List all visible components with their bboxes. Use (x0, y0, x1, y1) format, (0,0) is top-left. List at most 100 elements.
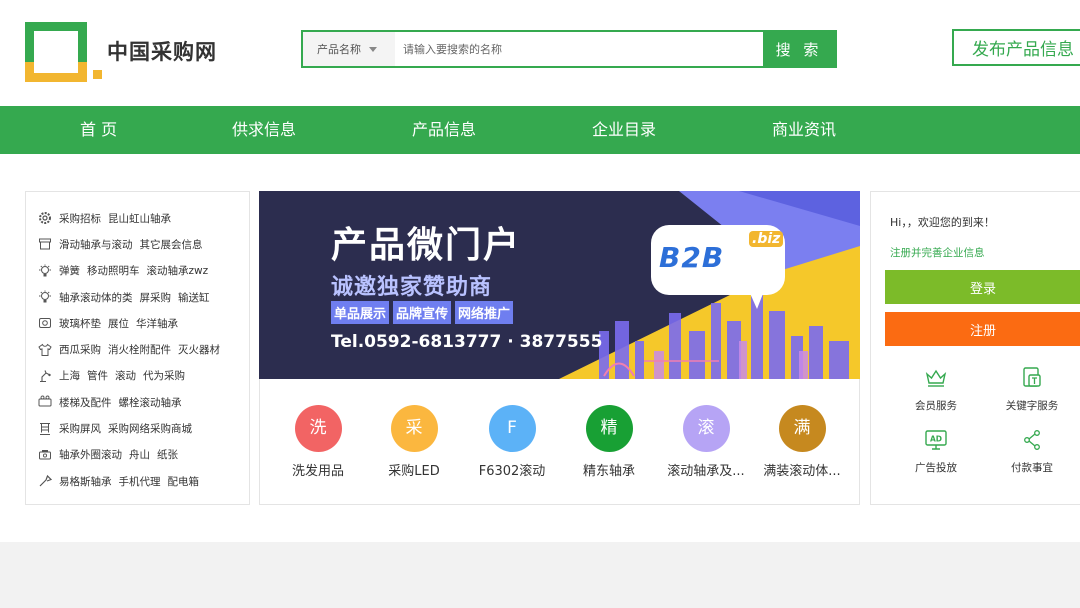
product-label: 洗发用品 (291, 464, 344, 479)
box-icon (37, 237, 52, 251)
banner-tag: 品牌宣传 (393, 301, 452, 324)
nav-item-home[interactable]: 首 页 (80, 106, 117, 154)
product-label: 满装滚动体... (763, 464, 841, 479)
category-link[interactable]: 配电箱 (168, 474, 200, 489)
logo-dot (93, 70, 102, 79)
category-link[interactable]: 华洋轴承 (136, 316, 178, 331)
robot-arm-icon (37, 369, 52, 383)
nav-item-directory[interactable]: 企业目录 (592, 106, 656, 154)
product-circle: 采 (390, 405, 438, 452)
shirt-icon (37, 343, 52, 357)
camera-icon (37, 316, 52, 330)
category-link[interactable]: 移动照明车 (87, 263, 140, 278)
keyword-icon (1020, 366, 1044, 390)
category-link[interactable]: 西瓜采购 (59, 342, 101, 357)
service-ad[interactable]: AD 广告投放 (891, 428, 981, 475)
footer-band (0, 542, 1080, 608)
service-label: 广告投放 (915, 462, 957, 474)
category-link[interactable]: 展位 (108, 316, 129, 331)
service-member[interactable]: 会员服务 (891, 366, 981, 413)
category-link[interactable]: 采购屏风 (59, 421, 101, 436)
category-link[interactable]: 螺栓滚动轴承 (119, 395, 182, 410)
tool-icon (37, 474, 52, 488)
category-link[interactable]: 上海 (59, 368, 80, 383)
category-link[interactable]: 轴承滚动体的类 (59, 290, 133, 305)
cart-icon (37, 448, 52, 462)
category-row: 采购招标 昆山虹山轴承 (26, 205, 249, 231)
service-label: 关键字服务 (1005, 400, 1059, 412)
banner-subtitle: 诚邀独家赞助商 (331, 275, 493, 300)
category-link[interactable]: 采购网络采购商城 (108, 421, 192, 436)
category-link[interactable]: 消火栓附配件 (108, 342, 171, 357)
category-link[interactable]: 纸张 (157, 447, 178, 462)
b2b-badge: B2B .biz (651, 225, 785, 295)
category-link[interactable]: 易格斯轴承 (59, 474, 112, 489)
banner-tag: 单品展示 (331, 301, 390, 324)
category-link[interactable]: 滚动轴承zwz (147, 263, 209, 278)
register-button[interactable]: 注册 (885, 312, 1080, 346)
category-row: 轴承外圈滚动 舟山 纸张 (26, 442, 249, 468)
product-item[interactable]: 洗 洗发用品 (270, 405, 366, 479)
biz-text: .biz (749, 231, 784, 247)
register-info-link[interactable]: 注册并完善企业信息 (890, 245, 985, 260)
product-label: 滚动轴承及... (667, 464, 745, 479)
category-link[interactable]: 输送缸 (178, 290, 210, 305)
nav-item-products[interactable]: 产品信息 (412, 106, 476, 154)
service-keyword[interactable]: 关键字服务 (987, 366, 1077, 413)
category-link[interactable]: 采购招标 (59, 211, 101, 226)
logo-text: 中国采购网 (107, 40, 217, 64)
category-row: 西瓜采购 消火栓附配件 灭火器材 (26, 336, 249, 362)
banner-tag: 网络推广 (455, 301, 514, 324)
category-link[interactable]: 手机代理 (119, 474, 161, 489)
caret-down-icon (369, 46, 377, 52)
service-label: 会员服务 (915, 400, 957, 412)
category-link[interactable]: 滚动 (115, 368, 136, 383)
product-item[interactable]: 采 采购LED (366, 405, 462, 479)
svg-text:AD: AD (930, 435, 942, 444)
site-logo[interactable]: 中国采购网 (25, 22, 220, 84)
category-link[interactable]: 轴承外圈滚动 (59, 447, 122, 462)
category-link[interactable]: 管件 (87, 368, 108, 383)
category-row: 采购屏风 采购网络采购商城 (26, 415, 249, 441)
category-link[interactable]: 其它展会信息 (140, 237, 203, 252)
product-circle: 滚 (682, 405, 730, 452)
product-circle: F (488, 405, 536, 452)
product-label: F6302滚动 (478, 464, 546, 479)
category-link[interactable]: 灭火器材 (178, 342, 220, 357)
search-category-select[interactable]: 产品名称 (303, 32, 395, 66)
crown-icon (924, 366, 948, 390)
category-row: 上海 管件 滚动 代为采购 (26, 363, 249, 389)
category-link[interactable]: 弹簧 (59, 263, 80, 278)
category-row: 轴承滚动体的类 屏采购 输送缸 (26, 284, 249, 310)
share-icon (1020, 428, 1044, 452)
product-item[interactable]: F F6302滚动 (464, 405, 560, 479)
banner-tel: Tel.0592-6813777 · 3877555 (331, 332, 603, 352)
category-link[interactable]: 代为采购 (143, 368, 185, 383)
search-category-label: 产品名称 (317, 43, 361, 56)
category-link[interactable]: 昆山虹山轴承 (108, 211, 171, 226)
product-label: 精东轴承 (582, 464, 635, 479)
banner-tags: 单品展示 品牌宣传 网络推广 (331, 301, 514, 324)
category-row: 易格斯轴承 手机代理 配电箱 (26, 468, 249, 494)
product-item[interactable]: 精 精东轴承 (561, 405, 657, 479)
nav-item-supply[interactable]: 供求信息 (232, 106, 296, 154)
category-link[interactable]: 舟山 (129, 447, 150, 462)
product-item[interactable]: 滚 滚动轴承及... (658, 405, 754, 479)
publish-product-button[interactable]: 发布产品信息 (952, 29, 1080, 66)
login-button[interactable]: 登录 (885, 270, 1080, 304)
product-circle: 精 (585, 405, 633, 452)
search-input[interactable] (395, 32, 763, 66)
promo-banner[interactable]: 产品微门户 诚邀独家赞助商 单品展示 品牌宣传 网络推广 Tel.0592-68… (259, 191, 860, 379)
service-payment[interactable]: 付款事宜 (987, 428, 1077, 475)
banner-title: 产品微门户 (331, 225, 522, 266)
product-item[interactable]: 满 满装滚动体... (754, 405, 850, 479)
search-button[interactable]: 搜 索 (763, 32, 835, 66)
category-link[interactable]: 楼梯及配件 (59, 395, 112, 410)
category-link[interactable]: 玻璃杯垫 (59, 316, 101, 331)
category-link[interactable]: 屏采购 (140, 290, 172, 305)
category-link[interactable]: 滑动轴承与滚动 (59, 237, 133, 252)
category-row: 弹簧 移动照明车 滚动轴承zwz (26, 258, 249, 284)
product-circle: 洗 (294, 405, 342, 452)
nav-item-news[interactable]: 商业资讯 (772, 106, 836, 154)
product-label: 采购LED (388, 464, 440, 479)
